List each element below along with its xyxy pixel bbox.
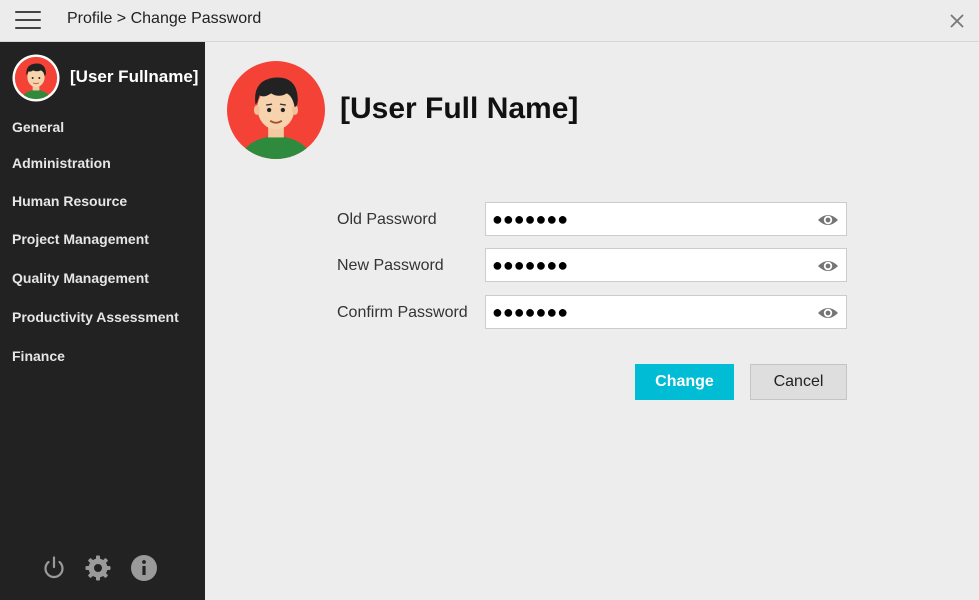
cancel-button[interactable]: Cancel [750,364,847,400]
eye-icon[interactable] [817,256,839,276]
sidebar-item-quality-management[interactable]: Quality Management [12,270,149,286]
eye-icon[interactable] [817,303,839,323]
power-icon[interactable] [40,554,68,582]
breadcrumb: Profile > Change Password [67,10,262,27]
old-password-label: Old Password [337,211,437,228]
title-bar: Profile > Change Password [0,0,979,42]
confirm-password-field[interactable]: ●●●●●●● [485,295,847,329]
old-password-field[interactable]: ●●●●●●● [485,202,847,236]
user-avatar[interactable] [12,54,60,102]
sidebar-user-name: [User Fullname] [70,67,199,86]
sidebar-item-project-management[interactable]: Project Management [12,231,149,247]
info-icon[interactable] [130,554,158,582]
sidebar-item-finance[interactable]: Finance [12,348,65,364]
profile-avatar [227,61,325,159]
new-password-field[interactable]: ●●●●●●● [485,248,847,282]
confirm-password-label: Confirm Password [337,304,468,321]
hamburger-menu-icon[interactable] [15,11,41,29]
new-password-value: ●●●●●●● [492,255,569,275]
change-button[interactable]: Change [635,364,734,400]
sidebar-item-productivity-assessment[interactable]: Productivity Assessment [12,309,179,325]
main-panel: [User Full Name] Old Password ●●●●●●● Ne… [205,42,979,600]
profile-full-name: [User Full Name] [340,92,579,125]
eye-icon[interactable] [817,210,839,230]
sidebar-item-general[interactable]: General [12,119,64,135]
old-password-value: ●●●●●●● [492,209,569,229]
gear-icon[interactable] [84,554,112,582]
sidebar-item-administration[interactable]: Administration [12,155,111,171]
confirm-password-value: ●●●●●●● [492,302,569,322]
sidebar: [User Fullname] General Administration H… [0,42,205,600]
sidebar-item-human-resource[interactable]: Human Resource [12,193,127,209]
new-password-label: New Password [337,257,444,274]
close-icon[interactable] [946,10,968,32]
